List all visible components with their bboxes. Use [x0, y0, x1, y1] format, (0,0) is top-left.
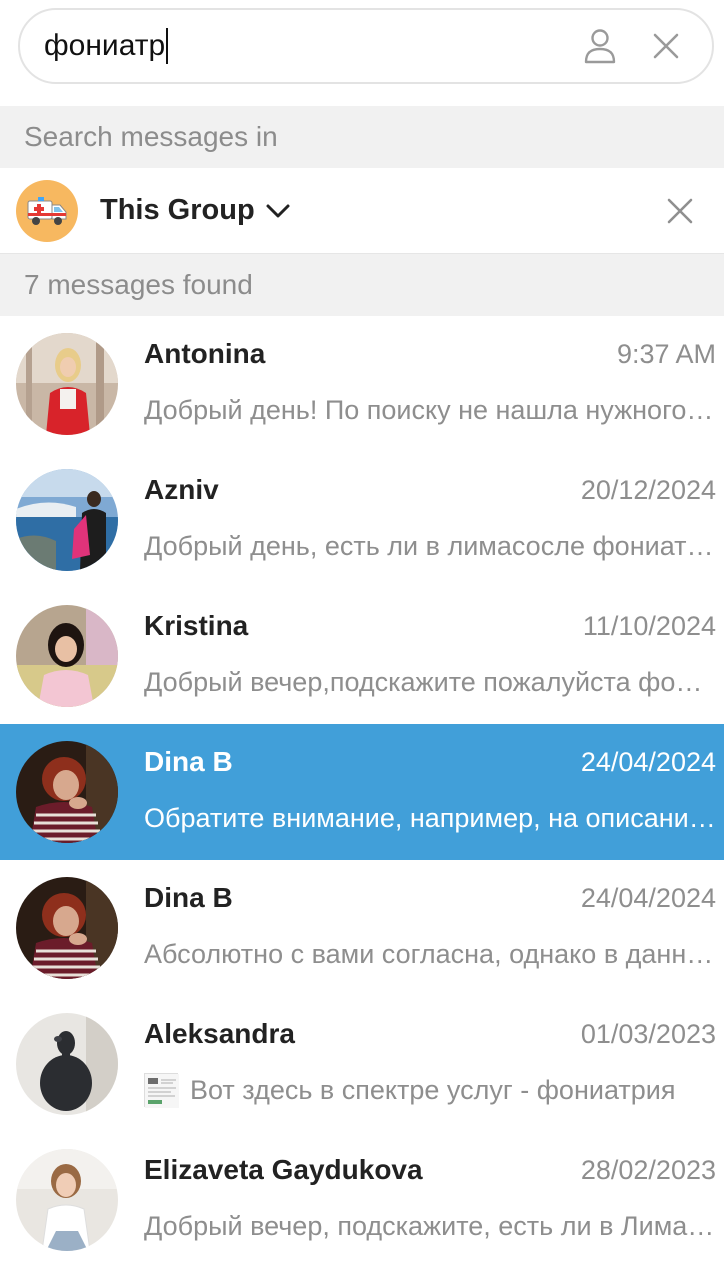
result-sender: Aleksandra	[144, 1018, 295, 1049]
remove-group-filter-button[interactable]	[650, 181, 710, 241]
result-row[interactable]: Antonina 9:37 AM Добрый день! По поиску …	[0, 316, 724, 452]
search-input[interactable]: фониатр	[44, 16, 560, 76]
result-date: 24/04/2024	[580, 883, 716, 913]
avatar	[16, 469, 118, 571]
result-preview: Обратите внимание, например, на описание…	[144, 798, 716, 838]
close-icon	[653, 33, 679, 59]
result-sender: Dina B	[144, 746, 233, 777]
result-preview-text: Вот здесь в спектре услуг - фониатрия	[190, 1075, 676, 1105]
group-selector[interactable]: This Group	[0, 168, 724, 254]
result-date: 28/02/2023	[580, 1155, 716, 1185]
result-preview-text: Добрый вечер,подскажите пожалуйста фониа…	[144, 667, 716, 697]
result-date: 24/04/2024	[580, 747, 716, 777]
result-preview: Вот здесь в спектре услуг - фониатрия	[144, 1070, 716, 1110]
chevron-down-icon	[265, 202, 291, 220]
user-filter-button[interactable]	[574, 20, 626, 72]
result-row[interactable]: Elizaveta Gaydukova 28/02/2023 Добрый ве…	[0, 1132, 724, 1268]
result-sender: Azniv	[144, 474, 219, 505]
result-row-selected[interactable]: Dina B 24/04/2024 Обратите внимание, нап…	[0, 724, 724, 860]
result-preview: Добрый вечер,подскажите пожалуйста фониа…	[144, 662, 716, 702]
result-date: 01/03/2023	[580, 1019, 716, 1049]
search-input-value: фониатр	[44, 29, 166, 62]
text-caret	[166, 28, 169, 64]
close-icon	[667, 198, 693, 223]
result-preview: Добрый вечер, подскажите, есть ли в Лима…	[144, 1206, 716, 1246]
search-screen: фониатр Search messages in This Group 7 …	[0, 0, 724, 1276]
search-in-header: Search messages in	[0, 106, 724, 168]
result-row[interactable]: Aleksandra 01/03/2023 Вот здесь в спектр…	[0, 996, 724, 1132]
group-name: This Group	[100, 194, 255, 226]
result-preview: Добрый день, есть ли в лимасосле фониатр…	[144, 526, 716, 566]
result-row[interactable]: Dina B 24/04/2024 Абсолютно с вами согла…	[0, 860, 724, 996]
result-sender: Elizaveta Gaydukova	[144, 1154, 423, 1185]
result-preview-text: Добрый день, есть ли в лимасосле фониатр…	[144, 531, 716, 561]
avatar	[16, 605, 118, 707]
result-sender: Dina B	[144, 882, 233, 913]
result-date: 11/10/2024	[582, 611, 716, 641]
avatar	[16, 741, 118, 843]
clear-search-button[interactable]	[640, 20, 692, 72]
result-preview: Добрый день! По поиску не нашла нужного …	[144, 390, 716, 430]
result-preview-text: Добрый день! По поиску не нашла нужного …	[144, 395, 716, 425]
result-preview: Абсолютно с вами согласна, однако в данн…	[144, 934, 716, 974]
user-icon	[584, 29, 616, 64]
result-preview-text: Абсолютно с вами согласна, однако в данн…	[144, 939, 716, 969]
attachment-thumbnail	[144, 1073, 179, 1108]
result-preview-text: Обратите внимание, например, на описание…	[144, 803, 716, 833]
result-sender: Antonina	[144, 338, 266, 369]
search-bar: фониатр	[0, 0, 724, 106]
group-avatar	[16, 179, 78, 242]
results-list: Antonina 9:37 AM Добрый день! По поиску …	[0, 316, 724, 1268]
result-row[interactable]: Azniv 20/12/2024 Добрый день, есть ли в …	[0, 452, 724, 588]
avatar	[16, 1013, 118, 1115]
avatar	[16, 877, 118, 979]
result-preview-text: Добрый вечер, подскажите, есть ли в Лима…	[144, 1211, 716, 1241]
result-row[interactable]: Kristina 11/10/2024 Добрый вечер,подскаж…	[0, 588, 724, 724]
result-sender: Kristina	[144, 610, 249, 641]
search-box[interactable]: фониатр	[18, 8, 714, 84]
result-date: 20/12/2024	[580, 475, 716, 505]
ambulance-icon	[27, 196, 67, 225]
avatar	[16, 1149, 118, 1251]
results-count-header: 7 messages found	[0, 254, 724, 316]
result-date: 9:37 AM	[616, 339, 716, 369]
avatar	[16, 333, 118, 435]
